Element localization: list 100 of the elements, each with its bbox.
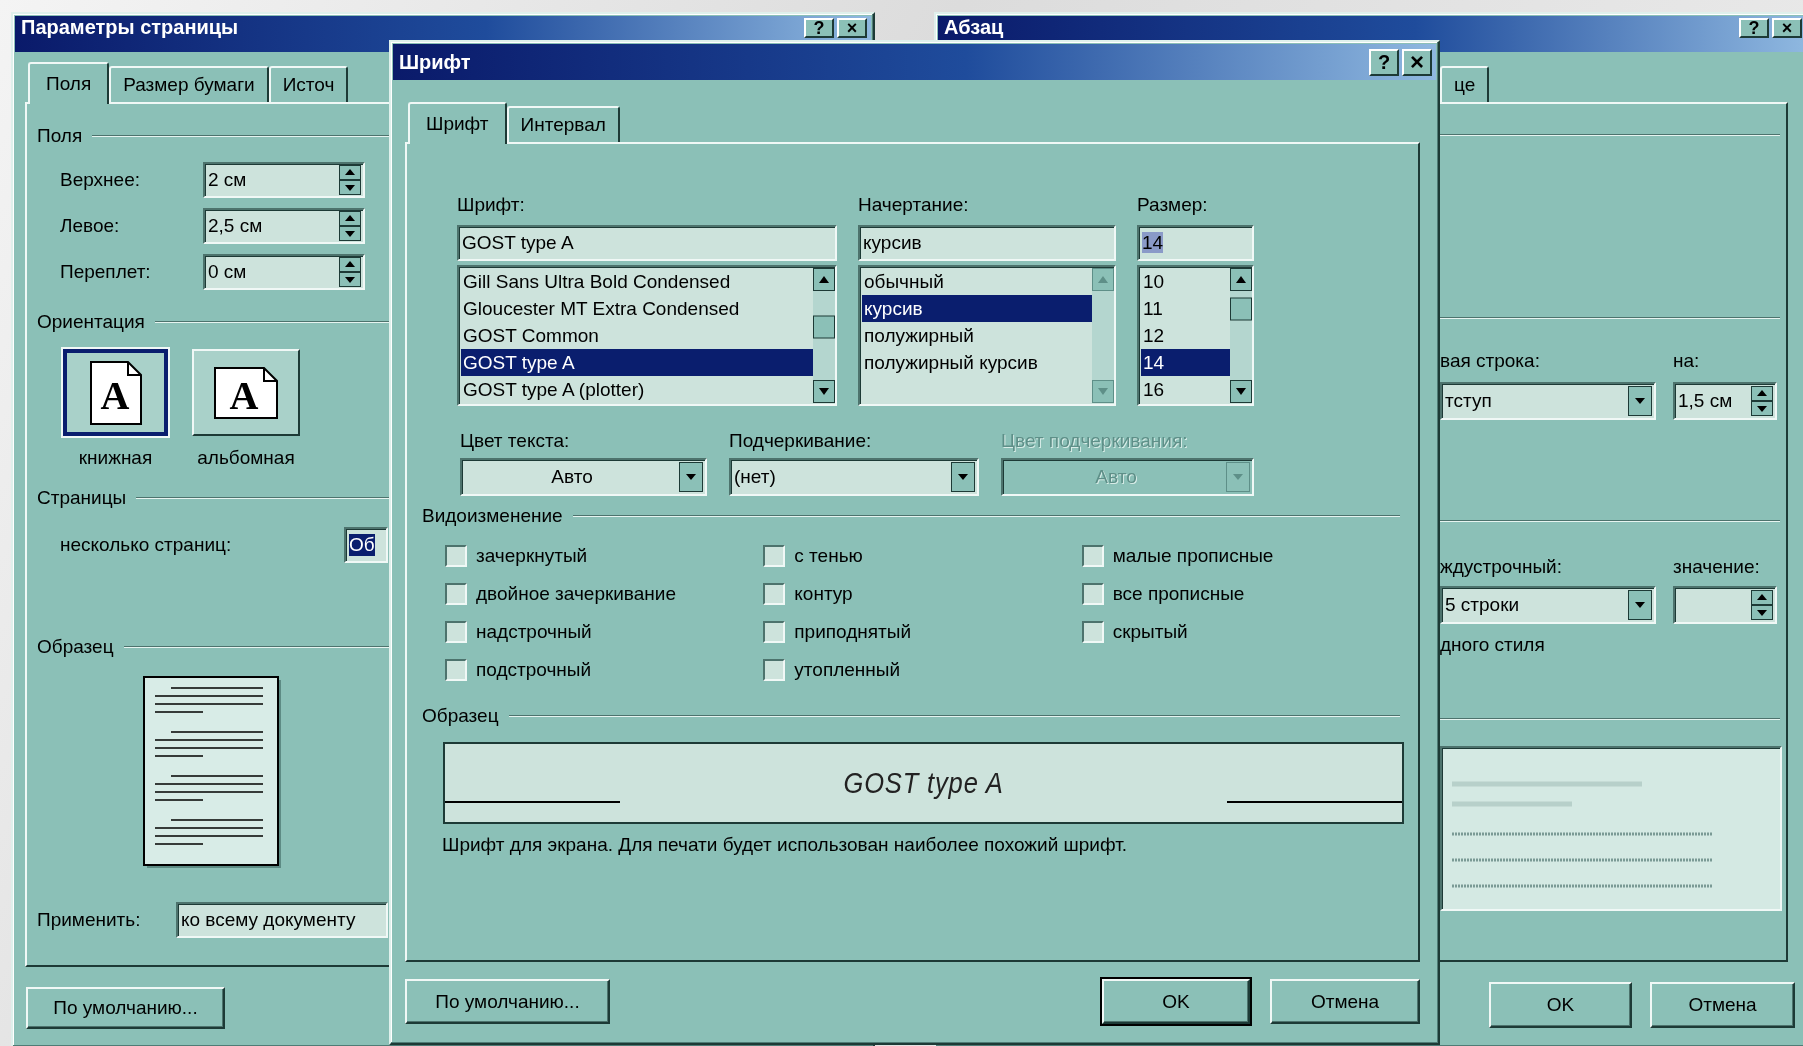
list-item[interactable]: 16 bbox=[1141, 376, 1230, 403]
list-item[interactable]: GOST type A (plotter) bbox=[461, 376, 813, 403]
checkbox-label: утопленный bbox=[794, 658, 901, 682]
tab[interactable]: це bbox=[1440, 66, 1490, 102]
orientation-button[interactable]: A bbox=[63, 349, 168, 436]
list-box[interactable]: Gill Sans Ultra Bold Condensed Gloucester MT Extra Condensed GOST Common GOST type A GOST type A (plotter) bbox=[457, 265, 837, 406]
checkbox[interactable] bbox=[445, 545, 467, 567]
list-item[interactable]: 11 bbox=[1141, 295, 1230, 322]
input-field[interactable]: 2,5 см bbox=[203, 208, 365, 244]
orientation-label: книжная bbox=[77, 446, 154, 470]
checkbox[interactable] bbox=[445, 659, 467, 681]
dropdown-field[interactable]: ко всему документу bbox=[176, 902, 388, 938]
field-label: Начертание: bbox=[858, 193, 970, 217]
list-item[interactable]: 10 bbox=[1141, 268, 1230, 295]
field-label: вая строка: bbox=[1440, 349, 1541, 373]
checkbox[interactable] bbox=[763, 583, 786, 605]
input-field[interactable] bbox=[1673, 586, 1777, 624]
scrollbar[interactable] bbox=[813, 268, 835, 403]
input-field[interactable]: 14 bbox=[1137, 225, 1254, 261]
list-box[interactable]: 10 11 12 14 16 bbox=[1137, 265, 1254, 406]
default-button[interactable]: По умолчанию... bbox=[26, 987, 225, 1029]
window-title: Абзац bbox=[944, 16, 1005, 38]
list-item[interactable]: Gloucester MT Extra Condensed bbox=[461, 295, 813, 322]
list-item[interactable]: полужирный bbox=[862, 322, 1092, 349]
spin-buttons-icon[interactable] bbox=[1751, 590, 1773, 620]
input-field[interactable]: 1,5 см bbox=[1673, 382, 1777, 420]
help-button[interactable]: ? bbox=[1739, 18, 1769, 38]
list-item[interactable]: обычный bbox=[862, 268, 1092, 295]
checkbox-label: зачеркнутый bbox=[476, 544, 588, 568]
checkbox[interactable] bbox=[763, 621, 786, 643]
checkbox[interactable] bbox=[445, 621, 467, 643]
checkbox-label: с тенью bbox=[794, 544, 863, 568]
checkbox[interactable] bbox=[763, 659, 786, 681]
spin-buttons-icon[interactable] bbox=[339, 211, 361, 241]
input-field[interactable]: курсив bbox=[858, 225, 1116, 261]
tab[interactable]: Источ bbox=[268, 66, 349, 102]
tab[interactable]: Интервал bbox=[506, 106, 620, 142]
field-label: Цвет подчеркивания: bbox=[1001, 429, 1189, 453]
field-label: несколько страниц: bbox=[60, 533, 233, 557]
default-button[interactable]: По умолчанию... bbox=[405, 979, 610, 1024]
tab[interactable]: Шрифт bbox=[408, 102, 507, 144]
scrollbar[interactable] bbox=[1092, 268, 1114, 403]
group-label: Образец bbox=[37, 636, 114, 658]
help-button[interactable]: ? bbox=[1369, 48, 1399, 76]
orientation-button[interactable]: A bbox=[192, 349, 300, 436]
field-label: на: bbox=[1673, 349, 1700, 373]
field-label: Шрифт: bbox=[457, 193, 526, 217]
spin-buttons-icon[interactable] bbox=[339, 165, 361, 195]
tab[interactable]: Размер бумаги bbox=[109, 66, 269, 102]
close-button[interactable]: × bbox=[1772, 18, 1802, 38]
spin-buttons-icon[interactable] bbox=[1751, 386, 1773, 416]
checkbox-label: все прописные bbox=[1112, 582, 1245, 606]
orientation-label: альбомная bbox=[196, 446, 296, 470]
list-item[interactable]: GOST Common bbox=[461, 322, 813, 349]
close-button[interactable]: × bbox=[1402, 48, 1432, 76]
checkbox[interactable] bbox=[445, 583, 467, 605]
input-field[interactable]: GOST type A bbox=[457, 225, 837, 261]
input-field[interactable]: 2 см bbox=[203, 162, 365, 198]
cancel-button[interactable]: Отмена bbox=[1650, 982, 1795, 1028]
checkbox[interactable] bbox=[1081, 545, 1104, 567]
checkbox-label: двойное зачеркивание bbox=[476, 582, 676, 606]
field-label: Подчеркивание: bbox=[729, 429, 873, 453]
group-label: Образец bbox=[422, 705, 499, 727]
close-button[interactable]: × bbox=[837, 18, 867, 38]
group-label: Ориентация bbox=[37, 311, 145, 333]
field-label: Размер: bbox=[1137, 193, 1209, 217]
list-item[interactable]: курсив bbox=[862, 295, 1092, 322]
checkbox[interactable] bbox=[1081, 583, 1104, 605]
field-label: Верхнее: bbox=[60, 168, 141, 192]
field-label: Переплет: bbox=[60, 260, 152, 284]
list-item[interactable]: Gill Sans Ultra Bold Condensed bbox=[461, 268, 813, 295]
list-item[interactable]: GOST type A bbox=[461, 349, 813, 376]
help-button[interactable]: ? bbox=[804, 18, 834, 38]
list-item[interactable]: 12 bbox=[1141, 322, 1230, 349]
group-label: Страницы bbox=[37, 487, 127, 509]
font-sample: GOST type A bbox=[842, 766, 1005, 800]
checkbox-label: малые прописные bbox=[1112, 544, 1274, 568]
cancel-button[interactable]: Отмена bbox=[1270, 979, 1420, 1024]
dropdown-field[interactable]: (нет) bbox=[729, 458, 979, 496]
ok-button[interactable]: OK bbox=[1489, 982, 1632, 1028]
info-text: Шрифт для экрана. Для печати будет использован наиболее похожий шрифт. bbox=[442, 833, 1129, 857]
window-title: Шрифт bbox=[399, 50, 472, 74]
tab[interactable]: Поля bbox=[28, 62, 110, 104]
checkbox[interactable] bbox=[1081, 621, 1104, 643]
dropdown-field[interactable]: 5 строки bbox=[1440, 586, 1656, 624]
scrollbar[interactable] bbox=[1230, 268, 1252, 403]
field-label: значение: bbox=[1673, 555, 1760, 579]
dropdown-field[interactable]: Авто bbox=[460, 458, 707, 496]
list-box[interactable]: обычный курсив полужирный полужирный курсив bbox=[858, 265, 1116, 406]
input-field[interactable]: 0 см bbox=[203, 254, 365, 290]
ok-button[interactable]: OK bbox=[1102, 979, 1250, 1024]
checkbox-label: приподнятый bbox=[794, 620, 912, 644]
field-label: Левое: bbox=[60, 214, 121, 238]
dropdown-field[interactable]: тступ bbox=[1440, 382, 1656, 420]
checkbox-label: надстрочный bbox=[476, 620, 592, 644]
dropdown-field[interactable]: Об bbox=[344, 527, 388, 563]
spin-buttons-icon[interactable] bbox=[339, 257, 361, 287]
checkbox[interactable] bbox=[763, 545, 786, 567]
list-item[interactable]: 14 bbox=[1141, 349, 1230, 376]
list-item[interactable]: полужирный курсив bbox=[862, 349, 1092, 376]
